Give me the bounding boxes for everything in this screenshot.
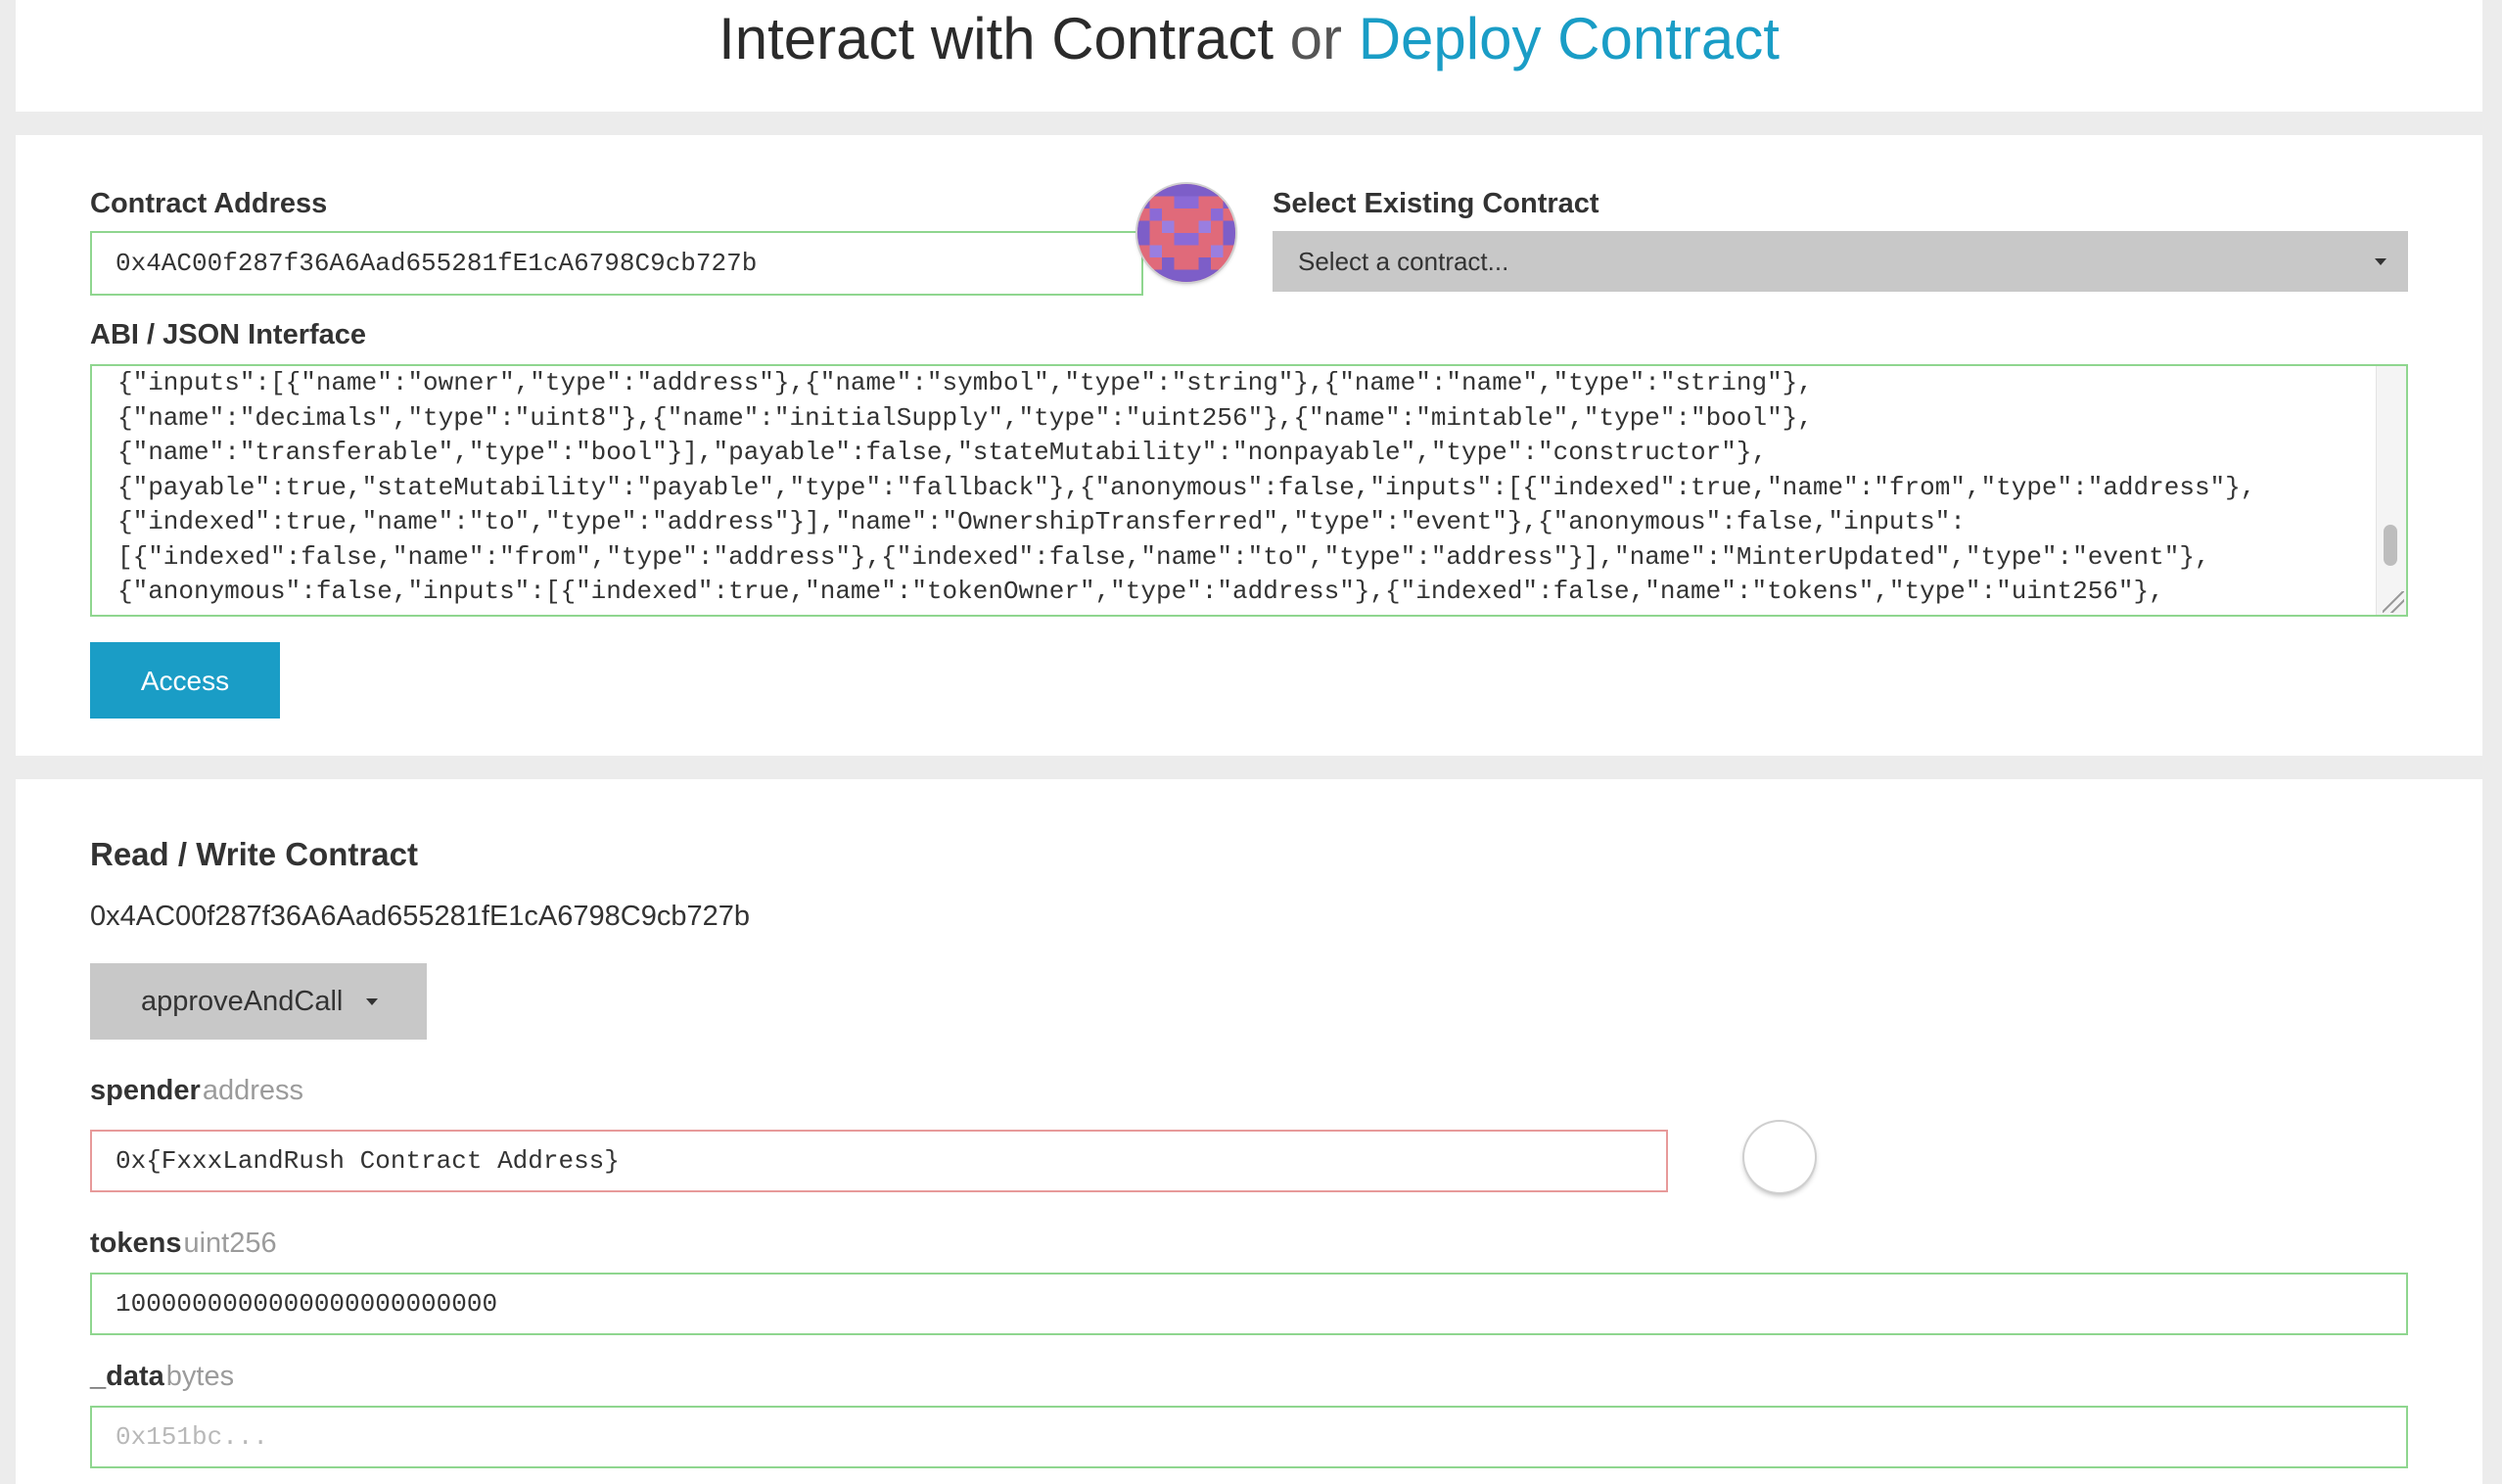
abi-line: {"inputs":[{"name":"owner","type":"addre…	[117, 368, 1813, 397]
address-identicon	[1137, 184, 1235, 282]
spender-input[interactable]	[90, 1130, 1668, 1192]
spender-param-name: spender	[90, 1075, 201, 1106]
contract-address-input[interactable]	[90, 231, 1143, 296]
tokens-input[interactable]	[90, 1273, 2408, 1335]
deploy-contract-link[interactable]: Deploy Contract	[1359, 6, 1780, 71]
abi-line: {"name":"decimals","type":"uint8"},{"nam…	[117, 402, 1813, 433]
abi-label: ABI / JSON Interface	[90, 319, 367, 350]
data-param-label: _databytes	[90, 1359, 234, 1394]
page-title: Interact with Contract or Deploy Contrac…	[16, 0, 2482, 78]
contract-access-card: Contract Address 0x4AC00f287f36A6Aad6552…	[16, 135, 2482, 756]
select-contract-dropdown[interactable]: Select a contract...	[1273, 231, 2408, 292]
abi-textarea[interactable]: {"inputs":[{"name":"owner","type":"addre…	[90, 364, 2408, 617]
identicon-graphic	[1137, 184, 1235, 282]
header-card: Interact with Contract or Deploy Contrac…	[16, 0, 2482, 112]
contract-address-display: 0x4AC00f287f36A6Aad655281fE1cA6798C9cb72…	[90, 901, 750, 932]
contract-address-label: Contract Address	[90, 188, 328, 219]
spender-identicon	[1744, 1122, 1815, 1192]
abi-line: [{"indexed":false,"name":"from","type":"…	[117, 541, 2210, 572]
select-existing-contract-label: Select Existing Contract	[1273, 188, 1599, 219]
access-button[interactable]: Access	[90, 642, 280, 719]
abi-line: {"anonymous":false,"inputs":[{"indexed":…	[117, 577, 2164, 606]
abi-text: {"inputs":[{"name":"owner","type":"addre…	[117, 366, 2255, 610]
tokens-param-name: tokens	[90, 1228, 182, 1259]
abi-line: {"name":"transferable","type":"bool"}],"…	[117, 438, 1768, 467]
abi-line: {"indexed":true,"name":"to","type":"addr…	[117, 507, 1966, 536]
read-write-title: Read / Write Contract	[90, 836, 418, 872]
abi-line: {"payable":true,"stateMutability":"payab…	[117, 472, 2256, 502]
spender-param-label: spenderaddress	[90, 1073, 303, 1108]
tokens-param-label: tokensuint256	[90, 1226, 277, 1261]
data-param-type: bytes	[165, 1361, 235, 1392]
data-bytes-input[interactable]	[90, 1406, 2408, 1468]
abi-scrollbar[interactable]	[2376, 366, 2406, 615]
function-select-value: approveAndCall	[141, 986, 344, 1017]
data-param-name: _data	[90, 1361, 164, 1392]
function-select-dropdown[interactable]: approveAndCall	[90, 963, 427, 1040]
read-write-card: Read / Write Contract 0x4AC00f287f36A6Aa…	[16, 779, 2482, 1484]
tokens-param-type: uint256	[183, 1228, 277, 1259]
abi-scrollbar-thumb[interactable]	[2384, 525, 2397, 566]
select-contract-value: Select a contract...	[1298, 247, 1509, 276]
spender-param-type: address	[202, 1075, 303, 1106]
or-text: or	[1289, 6, 1343, 71]
page: Interact with Contract or Deploy Contrac…	[0, 0, 2502, 1484]
chevron-down-icon	[2375, 258, 2386, 265]
interact-title: Interact with Contract	[718, 6, 1274, 71]
resize-handle-icon[interactable]	[2383, 591, 2404, 613]
chevron-down-icon	[366, 998, 378, 1005]
